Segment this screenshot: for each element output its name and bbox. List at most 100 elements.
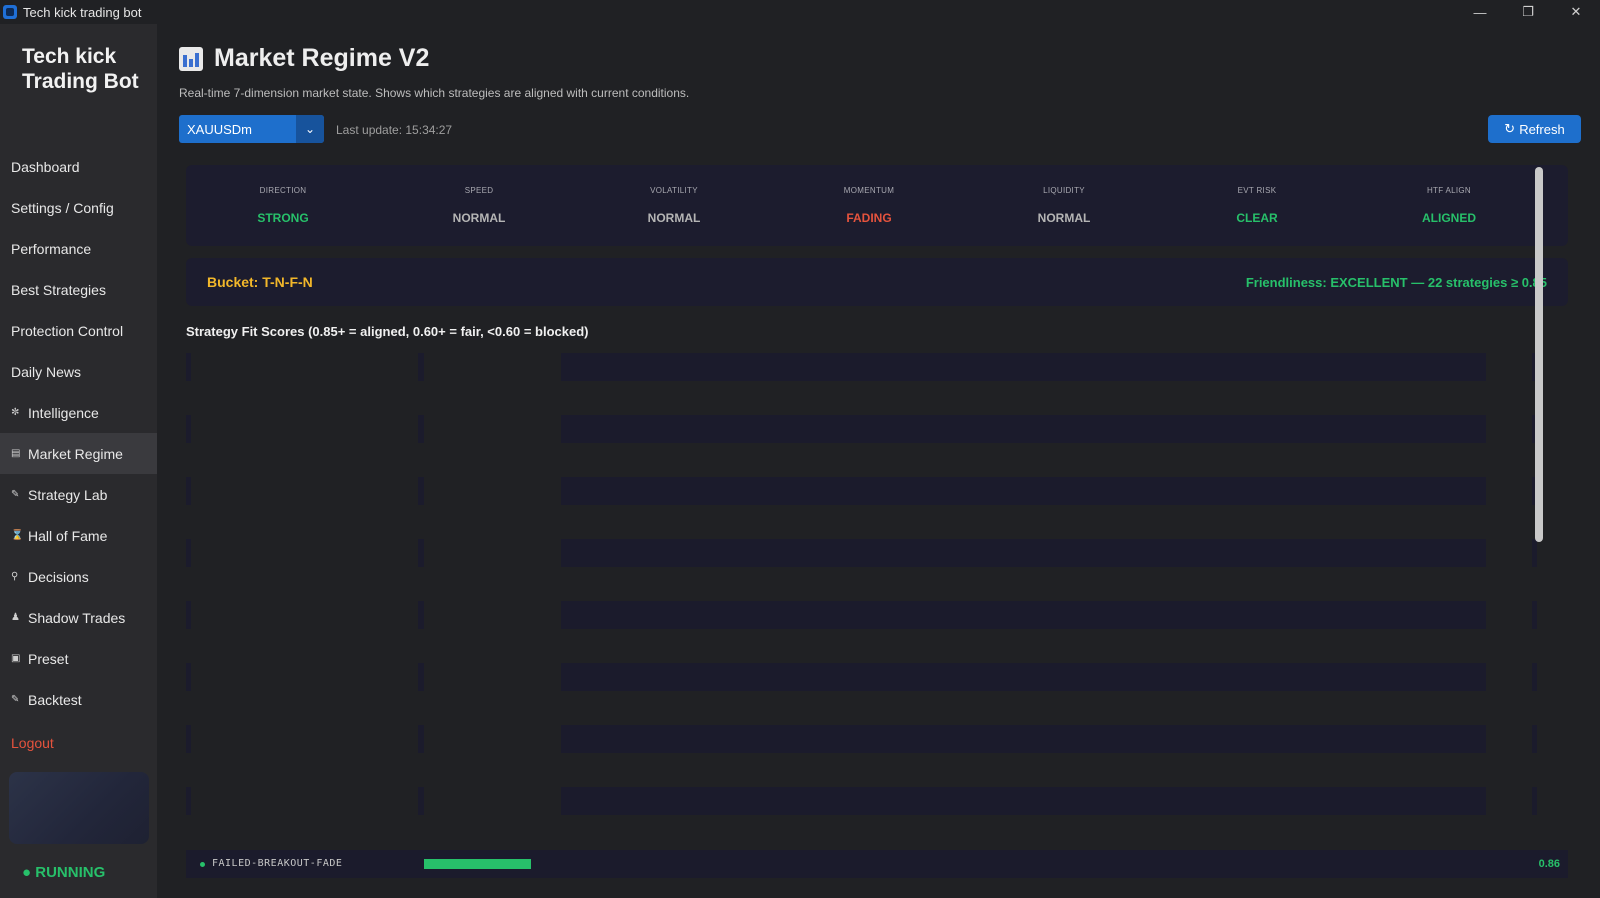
refresh-button[interactable]: ↻ Refresh [1488,115,1581,143]
strategy-fit-list [186,353,1568,849]
trophy-icon: ⌛ [11,530,24,541]
skeleton-block [418,539,424,567]
bucket-label: Bucket: T-N-F-N [207,274,313,290]
symbol-select[interactable]: XAUUSDm ⌄ [179,115,324,143]
skeleton-block [186,415,191,443]
chart-icon: ▤ [11,448,21,459]
strategy-row-placeholder [186,353,1568,415]
dimension-speed: SPEED NORMAL [399,165,559,246]
skeleton-block [186,787,191,815]
dimension-label: SPEED [464,186,494,195]
app-icon [3,5,17,19]
restore-icon[interactable]: ❐ [1504,0,1552,24]
last-update-text: Last update: 15:34:27 [336,123,453,137]
skeleton-block [561,477,1486,505]
page-header: Market Regime V2 [179,44,429,73]
bar-chart-icon [179,46,203,71]
skeleton-block [1532,663,1537,691]
sidebar-item-label: Preset [28,650,69,667]
sidebar-item-label: Settings / Config [11,199,114,216]
sidebar-item-label: Market Regime [28,445,123,462]
skeleton-block [186,601,191,629]
dimensions-panel: DIRECTION STRONG SPEED NORMAL VOLATILITY… [186,165,1568,246]
sidebar-nav: Dashboard Settings / Config Performance … [0,146,157,720]
sidebar-item-dashboard[interactable]: Dashboard [0,146,157,187]
status-dot-icon: ● [22,864,32,881]
skeleton-block [561,725,1486,753]
window-title: Tech kick trading bot [23,4,142,20]
skeleton-block [186,663,191,691]
skeleton-block [1532,725,1537,753]
dimension-value: CLEAR [1236,211,1278,225]
dimension-value: STRONG [257,211,309,225]
skeleton-block [186,477,191,505]
sidebar-item-market-regime[interactable]: ▤ Market Regime [0,433,157,474]
scrollbar[interactable] [1535,167,1543,542]
dimension-value: ALIGNED [1422,211,1476,225]
running-status: ● RUNNING [22,864,105,881]
fit-score-value: 0.86 [1538,858,1560,870]
bucket-bar: Bucket: T-N-F-N Friendliness: EXCELLENT … [186,258,1568,306]
strategy-row-placeholder [186,477,1568,539]
sidebar-item-label: Dashboard [11,158,80,175]
sidebar-item-backtest[interactable]: ✎ Backtest [0,679,157,720]
dimension-value: FADING [846,211,892,225]
page-subtitle: Real-time 7-dimension market state. Show… [179,86,690,100]
sidebar-item-preset[interactable]: ▣ Preset [0,638,157,679]
close-icon[interactable]: ✕ [1552,0,1600,24]
brand-title: Tech kick Trading Bot [22,45,139,93]
sidebar-item-strategy-lab[interactable]: ✎ Strategy Lab [0,474,157,515]
sidebar-item-best-strategies[interactable]: Best Strategies [0,269,157,310]
skeleton-block [1532,787,1537,815]
skeleton-block [418,353,424,381]
dimension-value: NORMAL [647,211,701,225]
running-status-label: RUNNING [35,864,106,881]
page-title: Market Regime V2 [214,44,430,72]
dimension-evt-risk: EVT RISK CLEAR [1177,165,1337,246]
sidebar-item-label: Hall of Fame [28,527,108,544]
sidebar-item-protection-control[interactable]: Protection Control [0,310,157,351]
strategy-row-placeholder [186,663,1568,725]
sidebar-item-label: Performance [11,240,92,257]
sidebar-item-shadow-trades[interactable]: ♟ Shadow Trades [0,597,157,638]
pencil-icon: ✎ [11,489,20,500]
dimension-liquidity: LIQUIDITY NORMAL [984,165,1144,246]
skeleton-block [418,601,424,629]
strategy-row-placeholder [186,601,1568,663]
skeleton-block [186,725,191,753]
sidebar-item-label: Shadow Trades [28,609,126,626]
dimension-direction: DIRECTION STRONG [203,165,363,246]
dimension-value: NORMAL [452,211,506,225]
skeleton-block [561,353,1486,381]
skeleton-block [186,539,191,567]
sidebar-item-decisions[interactable]: ⚲ Decisions [0,556,157,597]
sidebar-item-daily-news[interactable]: Daily News [0,351,157,392]
sidebar-item-hall-of-fame[interactable]: ⌛ Hall of Fame [0,515,157,556]
logout-link[interactable]: Logout [11,735,54,751]
friendliness-label: Friendliness: EXCELLENT — 22 strategies … [1245,275,1547,290]
sidebar-item-performance[interactable]: Performance [0,228,157,269]
strategy-row[interactable]: FAILED-BREAKOUT-FADE 0.86 [186,850,1568,878]
dimension-momentum: MOMENTUM FADING [789,165,949,246]
dimension-htf-align: HTF ALIGN ALIGNED [1369,165,1529,246]
people-icon: ♟ [11,612,20,623]
skeleton-block [561,787,1486,815]
sidebar-item-label: Intelligence [28,404,99,421]
sidebar-item-intelligence[interactable]: ✼ Intelligence [0,392,157,433]
sidebar-status-card [9,772,149,844]
sidebar-item-label: Decisions [28,568,89,585]
sidebar-item-label: Protection Control [11,322,124,339]
dimension-label: LIQUIDITY [1043,186,1085,195]
chevron-down-icon[interactable]: ⌄ [296,115,324,143]
bulb-icon: ⚲ [11,571,19,582]
minimize-icon[interactable]: — [1456,0,1504,24]
fit-score-bar-fill [424,859,531,869]
gift-icon: ▣ [11,653,21,664]
fit-score-bar [424,859,1494,869]
skeleton-block [418,663,424,691]
skeleton-block [561,601,1486,629]
sidebar-item-settings[interactable]: Settings / Config [0,187,157,228]
window-titlebar: Tech kick trading bot — ❐ ✕ [0,0,1600,24]
status-dot-icon [200,862,205,867]
skeleton-block [418,477,424,505]
